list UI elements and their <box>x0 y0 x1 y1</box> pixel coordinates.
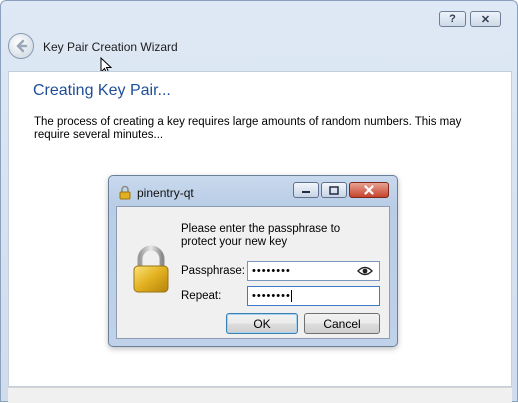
repeat-value: •••••••• <box>252 290 291 302</box>
cancel-button[interactable]: Cancel <box>304 313 380 334</box>
dialog-caption-buttons <box>293 182 389 198</box>
back-button[interactable] <box>8 33 34 59</box>
dialog-prompt: Please enter the passphrase to protect y… <box>181 223 341 248</box>
lock-icon <box>133 245 169 293</box>
dialog-title: pinentry-qt <box>137 186 194 200</box>
help-button[interactable]: ? <box>439 11 466 27</box>
text-caret <box>290 290 292 303</box>
repeat-label: Repeat: <box>181 290 222 302</box>
passphrase-label: Passphrase: <box>181 265 245 277</box>
window-caption-buttons: ? ✕ <box>439 11 501 27</box>
close-button[interactable]: ✕ <box>470 11 501 27</box>
dialog-close-button[interactable] <box>349 182 389 198</box>
repeat-input[interactable]: •••••••• <box>247 286 380 306</box>
page-description: The process of creating a key requires l… <box>34 116 462 141</box>
close-icon <box>364 185 374 195</box>
back-arrow-icon <box>16 39 28 53</box>
maximize-button[interactable] <box>321 182 347 198</box>
passphrase-value: •••••••• <box>252 265 291 277</box>
minimize-icon <box>302 191 310 193</box>
wizard-footer <box>8 387 512 403</box>
eye-icon[interactable] <box>357 265 373 277</box>
window-title: Key Pair Creation Wizard <box>43 40 178 54</box>
pinentry-dialog: pinentry-qt Please enter the passphrase … <box>108 175 398 347</box>
page-heading: Creating Key Pair... <box>33 82 171 99</box>
dialog-body: Please enter the passphrase to protect y… <box>116 206 390 339</box>
lock-icon <box>119 185 131 200</box>
ok-button[interactable]: OK <box>226 313 298 334</box>
maximize-icon <box>329 185 339 195</box>
passphrase-input[interactable]: •••••••• <box>247 261 380 281</box>
minimize-button[interactable] <box>293 182 319 198</box>
